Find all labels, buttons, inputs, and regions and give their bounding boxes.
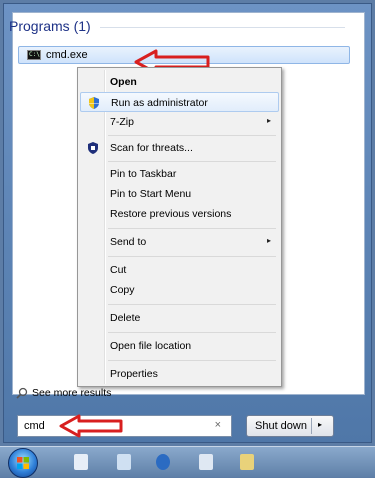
menu-item-pin-to-start-menu[interactable]: Pin to Start Menu [80,184,279,204]
program-result-label: cmd.exe [46,49,88,61]
clear-search-icon[interactable]: × [215,419,221,431]
context-menu: Open Run as administrator 7-Zip ▸ Scan f… [77,67,282,387]
see-more-results-link[interactable]: See more results [16,387,112,399]
shield-icon [89,97,99,109]
magnifier-icon [16,387,28,399]
submenu-arrow-icon: ▸ [266,236,271,245]
menu-item-delete[interactable]: Delete [80,308,279,328]
menu-item-open[interactable]: Open [80,72,279,92]
start-button[interactable] [8,448,38,478]
menu-item-label: Send to [110,236,147,248]
taskbar-app-icon[interactable] [74,454,88,470]
menu-separator [108,360,276,361]
menu-separator [108,228,276,229]
menu-item-properties[interactable]: Properties [80,364,279,384]
menu-item-label: Scan for threats... [110,142,193,154]
search-input-value: cmd [24,420,45,432]
menu-separator [108,304,276,305]
menu-separator [108,161,276,162]
menu-item-pin-to-taskbar[interactable]: Pin to Taskbar [80,164,279,184]
menu-item-scan-for-threats[interactable]: Scan for threats... [80,138,279,158]
cmd-icon: C:\ [27,50,41,60]
menu-item-label: Restore previous versions [110,208,232,220]
menu-item-7zip[interactable]: 7-Zip ▸ [80,112,279,132]
menu-item-restore-previous-versions[interactable]: Restore previous versions [80,204,279,224]
taskbar-app-icon[interactable] [199,454,213,470]
taskbar-media-icon[interactable] [156,454,170,470]
programs-heading: Programs (1) [9,18,91,34]
menu-item-cut[interactable]: Cut [80,260,279,280]
shutdown-options-arrow-icon[interactable]: ▸ [318,420,322,429]
menu-item-label: Open [110,76,137,88]
heading-divider [100,27,345,28]
menu-separator [108,256,276,257]
menu-item-label: Properties [110,368,158,380]
shutdown-label: Shut down [255,420,307,432]
menu-item-label: 7-Zip [110,116,134,128]
menu-item-label: Copy [110,284,135,296]
menu-item-label: Cut [110,264,127,276]
shutdown-divider [311,418,312,434]
menu-item-label: Pin to Start Menu [110,188,192,200]
menu-separator [108,332,276,333]
menu-item-send-to[interactable]: Send to ▸ [80,232,279,252]
taskbar-folder-icon[interactable] [240,454,254,470]
menu-item-label: Open file location [110,340,192,352]
taskbar-app-icon[interactable] [117,454,131,470]
menu-item-run-as-administrator[interactable]: Run as administrator [80,92,279,112]
see-more-results-label: See more results [32,387,112,399]
menu-item-label: Delete [110,312,141,324]
menu-item-label: Pin to Taskbar [110,168,177,180]
annotation-arrow-icon [59,414,123,438]
menu-item-label: Run as administrator [111,97,208,109]
windows-logo-icon [17,457,29,469]
menu-item-open-file-location[interactable]: Open file location [80,336,279,356]
antivirus-icon [88,142,98,154]
menu-item-copy[interactable]: Copy [80,280,279,300]
shutdown-button[interactable]: Shut down ▸ [246,415,334,437]
menu-separator [108,135,276,136]
taskbar [0,446,375,478]
submenu-arrow-icon: ▸ [266,116,271,125]
